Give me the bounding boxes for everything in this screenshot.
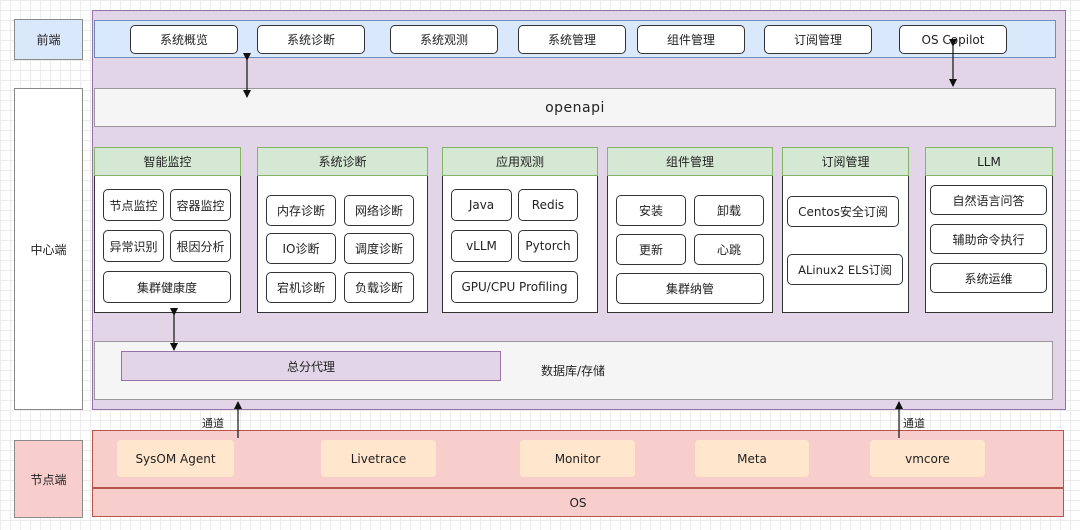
item-uninstall[interactable]: 卸载: [694, 195, 764, 226]
frontend-tab-overview[interactable]: 系统概览: [130, 25, 238, 54]
item-heartbeat[interactable]: 心跳: [694, 234, 764, 265]
item-centos-subscription[interactable]: Centos安全订阅: [787, 196, 899, 227]
frontend-tab-components[interactable]: 组件管理: [637, 25, 745, 54]
item-crash-diagnosis[interactable]: 宕机诊断: [266, 272, 336, 303]
item-root-cause[interactable]: 根因分析: [170, 230, 231, 262]
item-cluster-health[interactable]: 集群健康度: [103, 271, 231, 303]
item-anomaly-detection[interactable]: 异常识别: [103, 230, 164, 262]
module-title: 组件管理: [607, 147, 773, 176]
item-command-assist[interactable]: 辅助命令执行: [930, 224, 1047, 254]
item-scheduling-diagnosis[interactable]: 调度诊断: [344, 233, 414, 264]
module-subscription-management: 订阅管理: [782, 147, 909, 313]
item-node-monitoring[interactable]: 节点监控: [103, 189, 164, 221]
item-pytorch[interactable]: Pytorch: [518, 230, 578, 262]
item-container-monitoring[interactable]: 容器监控: [170, 189, 231, 221]
module-title: 智能监控: [94, 147, 241, 176]
openapi-bar: openapi: [94, 88, 1056, 127]
module-title: 应用观测: [442, 147, 598, 176]
frontend-tab-management[interactable]: 系统管理: [518, 25, 626, 54]
item-alinux2-els-subscription[interactable]: ALinux2 ELS订阅: [787, 254, 903, 285]
item-update[interactable]: 更新: [616, 234, 686, 265]
item-java[interactable]: Java: [451, 189, 512, 221]
item-system-ops[interactable]: 系统运维: [930, 263, 1047, 293]
lane-label-center: 中心端: [14, 88, 83, 410]
channel-label-right: 通道: [903, 417, 925, 430]
item-load-diagnosis[interactable]: 负载诊断: [344, 272, 414, 303]
agent-vmcore[interactable]: vmcore: [870, 440, 985, 477]
frontend-tab-observation[interactable]: 系统观测: [390, 25, 498, 54]
storage-label: 数据库/存储: [541, 364, 606, 378]
module-title: LLM: [925, 147, 1053, 176]
agent-monitor[interactable]: Monitor: [520, 440, 635, 477]
lane-label-frontend: 前端: [14, 19, 83, 60]
os-bar: OS: [92, 488, 1064, 517]
item-io-diagnosis[interactable]: IO诊断: [266, 233, 336, 264]
frontend-tab-os-copilot[interactable]: OS Copilot: [899, 25, 1007, 54]
agent-sysom[interactable]: SysOM Agent: [117, 440, 234, 477]
channel-label-left: 通道: [202, 417, 224, 430]
frontend-tab-diagnosis[interactable]: 系统诊断: [257, 25, 365, 54]
agent-livetrace[interactable]: Livetrace: [321, 440, 436, 477]
item-network-diagnosis[interactable]: 网络诊断: [344, 195, 414, 226]
item-cluster-management[interactable]: 集群纳管: [616, 273, 764, 304]
item-vllm[interactable]: vLLM: [451, 230, 512, 262]
agent-meta[interactable]: Meta: [695, 440, 809, 477]
proxy-box[interactable]: 总分代理: [121, 351, 501, 381]
module-title: 订阅管理: [782, 147, 909, 176]
item-install[interactable]: 安装: [616, 195, 686, 226]
lane-label-node: 节点端: [14, 440, 83, 518]
item-nl-qa[interactable]: 自然语言问答: [930, 185, 1047, 215]
item-gpu-cpu-profiling[interactable]: GPU/CPU Profiling: [451, 271, 578, 303]
module-title: 系统诊断: [257, 147, 428, 176]
item-redis[interactable]: Redis: [518, 189, 578, 221]
frontend-tab-subscriptions[interactable]: 订阅管理: [764, 25, 872, 54]
item-memory-diagnosis[interactable]: 内存诊断: [266, 195, 336, 226]
